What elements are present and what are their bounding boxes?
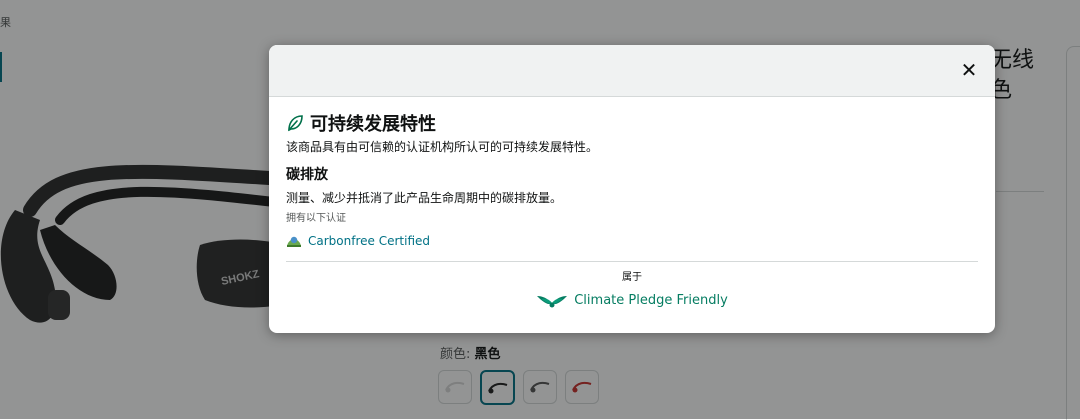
modal-title: 可持续发展特性 — [310, 114, 436, 135]
modal-body: 可持续发展特性 该商品具有由可信赖的认证机构所认可的可持续发展特性。 碳排放 测… — [269, 97, 995, 310]
carbonfree-certified-link[interactable]: Carbonfree Certified — [308, 234, 430, 248]
sustainability-modal: ✕ 可持续发展特性 该商品具有由可信赖的认证机构所认可的可持续发展特性。 碳排放… — [269, 45, 995, 333]
leaf-icon — [288, 115, 303, 132]
section-description: 测量、减少并抵消了此产品生命周期中的碳排放量。 — [286, 191, 563, 205]
belongs-to-label: 属于 — [622, 272, 642, 283]
climate-pledge-link[interactable]: Climate Pledge Friendly — [286, 290, 978, 310]
modal-header: ✕ — [269, 45, 995, 97]
climate-pledge-text[interactable]: Climate Pledge Friendly — [574, 293, 728, 308]
sustainability-heading: 可持续发展特性 — [286, 109, 978, 137]
modal-description: 该商品具有由可信赖的认证机构所认可的可持续发展特性。 — [286, 140, 599, 154]
modal-divider — [286, 261, 978, 262]
section-title: 碳排放 — [286, 167, 328, 183]
certification-row[interactable]: Carbonfree Certified — [286, 233, 978, 249]
close-icon[interactable]: ✕ — [959, 60, 979, 80]
certifications-label: 拥有以下认证 — [286, 213, 346, 224]
carbonfree-badge-icon — [287, 236, 301, 247]
climate-pledge-wings-icon — [537, 296, 568, 308]
